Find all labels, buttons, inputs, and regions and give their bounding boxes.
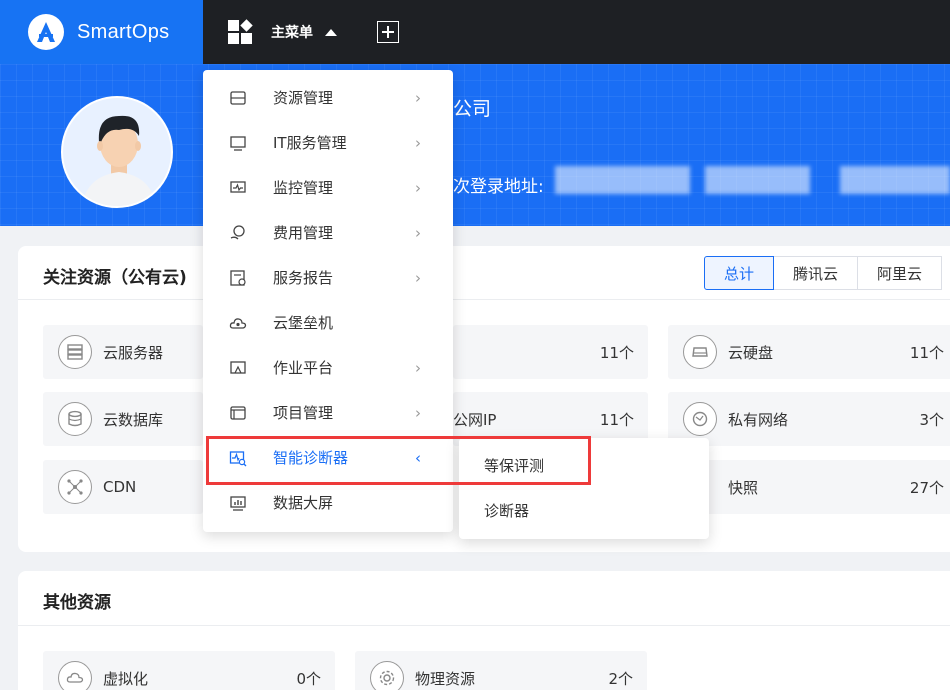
bastion-icon xyxy=(228,313,248,333)
main-menu-label: 主菜单 xyxy=(271,25,313,41)
cdn-icon xyxy=(58,470,92,504)
tile-count: 11个 xyxy=(599,343,634,362)
menu-item-label: 智能诊断器 xyxy=(273,449,349,467)
menu-item-report[interactable]: 服务报告 › xyxy=(203,255,453,300)
menu-item-label: 作业平台 xyxy=(273,359,334,377)
chevron-right-icon: › xyxy=(415,403,421,422)
tile-count: 0个 xyxy=(296,669,321,688)
smartops-logo-icon xyxy=(28,14,64,50)
menu-item-label: IT服务管理 xyxy=(273,134,347,152)
gear-icon xyxy=(370,661,404,690)
diagnose-icon xyxy=(228,448,248,468)
menu-item-bastion[interactable]: 云堡垒机 xyxy=(203,300,453,345)
tile-count: 3个 xyxy=(919,410,944,429)
database-icon xyxy=(58,402,92,436)
app-name: SmartOps xyxy=(77,20,170,43)
tile-cloud-disk[interactable]: 云硬盘 11个 xyxy=(668,325,950,379)
tile-count: 27个 xyxy=(909,478,944,497)
menu-item-label: 费用管理 xyxy=(273,224,334,242)
tile-name: 快照 xyxy=(728,478,759,497)
tile-count: 11个 xyxy=(599,410,634,429)
menu-item-diagnose[interactable]: 智能诊断器 ‹ xyxy=(203,435,453,480)
report-icon xyxy=(228,268,248,288)
tile-name: 私有网络 xyxy=(728,410,789,429)
chevron-right-icon: › xyxy=(415,268,421,287)
tile-cdn[interactable]: CDN xyxy=(43,460,203,514)
menu-item-dashboard[interactable]: 数据大屏 xyxy=(203,480,453,525)
avatar xyxy=(61,96,173,208)
card-title: 其他资源 xyxy=(43,593,111,613)
tile-snapshot[interactable]: 快照 27个 xyxy=(668,460,950,514)
chevron-right-icon: › xyxy=(415,358,421,377)
card-title: 关注资源（公有云) xyxy=(43,268,187,288)
logo-area[interactable]: SmartOps xyxy=(0,0,203,64)
tile-private-network[interactable]: 私有网络 3个 xyxy=(668,392,950,446)
redacted-ip xyxy=(705,166,810,194)
company-name: 公司 xyxy=(453,98,492,120)
tile-name: 云硬盘 xyxy=(728,343,774,362)
tab-total[interactable]: 总计 xyxy=(704,256,775,290)
redacted-ip xyxy=(555,166,690,194)
tile-name: CDN xyxy=(103,478,137,496)
tile-name: 云服务器 xyxy=(103,343,164,362)
tile-cloud-database[interactable]: 云数据库 xyxy=(43,392,203,446)
tile-cloud-server[interactable]: 云服务器 xyxy=(43,325,203,379)
network-icon xyxy=(683,402,717,436)
menu-item-label: 云堡垒机 xyxy=(273,314,334,332)
main-menu-dropdown: 资源管理 › IT服务管理 › 监控管理 › 费用管理 › 服务报告 › 云堡垒… xyxy=(203,70,453,532)
last-login-label: 次登录地址: xyxy=(453,177,544,197)
chevron-right-icon: › xyxy=(415,133,421,152)
menu-item-job[interactable]: 作业平台 › xyxy=(203,345,453,390)
cloud-tabs: 总计 腾讯云 阿里云 xyxy=(704,256,943,290)
cost-icon xyxy=(228,223,248,243)
diagnose-submenu: 等保评测 诊断器 xyxy=(459,438,709,539)
tile-name: 虚拟化 xyxy=(103,669,149,688)
top-bar: SmartOps 主菜单 xyxy=(0,0,950,64)
chevron-right-icon: › xyxy=(415,178,421,197)
it-service-icon xyxy=(228,133,248,153)
server-icon xyxy=(58,335,92,369)
tile-physical[interactable]: 物理资源 2个 xyxy=(355,651,647,690)
dashboard-icon xyxy=(228,493,248,513)
tile-name: 公网IP xyxy=(453,410,497,429)
chevron-left-icon: ‹ xyxy=(415,448,421,467)
monitor-icon xyxy=(228,178,248,198)
other-resources-card: 其他资源 虚拟化 0个 物理资源 2个 xyxy=(18,571,950,690)
chevron-right-icon: › xyxy=(415,88,421,107)
tile-name: 物理资源 xyxy=(415,669,476,688)
menu-item-monitor[interactable]: 监控管理 › xyxy=(203,165,453,210)
disk-icon xyxy=(683,335,717,369)
submenu-item-diagnoser[interactable]: 诊断器 xyxy=(484,500,529,521)
main-menu-button[interactable]: 主菜单 xyxy=(203,0,399,64)
tab-aliyun[interactable]: 阿里云 xyxy=(857,256,943,290)
cloud-icon xyxy=(58,661,92,690)
redacted-ip xyxy=(840,166,950,194)
tile-count: 11个 xyxy=(909,343,944,362)
tile-resource[interactable]: 11个 xyxy=(453,325,648,379)
tile-count: 2个 xyxy=(608,669,633,688)
resource-icon xyxy=(228,88,248,108)
tile-virtualization[interactable]: 虚拟化 0个 xyxy=(43,651,335,690)
menu-item-label: 监控管理 xyxy=(273,179,334,197)
menu-item-it-service[interactable]: IT服务管理 › xyxy=(203,120,453,165)
grid-menu-icon xyxy=(228,19,253,44)
add-tab-icon[interactable] xyxy=(377,21,399,43)
menu-item-resource[interactable]: 资源管理 › xyxy=(203,75,453,120)
user-banner: 公司 次登录地址: xyxy=(0,64,950,226)
menu-item-label: 项目管理 xyxy=(273,404,334,422)
menu-item-label: 资源管理 xyxy=(273,89,334,107)
project-icon xyxy=(228,403,248,423)
menu-item-label: 服务报告 xyxy=(273,269,334,287)
menu-item-project[interactable]: 项目管理 › xyxy=(203,390,453,435)
chevron-right-icon: › xyxy=(415,223,421,242)
job-icon xyxy=(228,358,248,378)
menu-item-label: 数据大屏 xyxy=(273,494,334,512)
menu-item-cost[interactable]: 费用管理 › xyxy=(203,210,453,255)
tab-tencent[interactable]: 腾讯云 xyxy=(773,256,859,290)
caret-up-icon xyxy=(325,28,337,36)
tile-name: 云数据库 xyxy=(103,410,164,429)
submenu-item-level-protection[interactable]: 等保评测 xyxy=(484,455,544,476)
